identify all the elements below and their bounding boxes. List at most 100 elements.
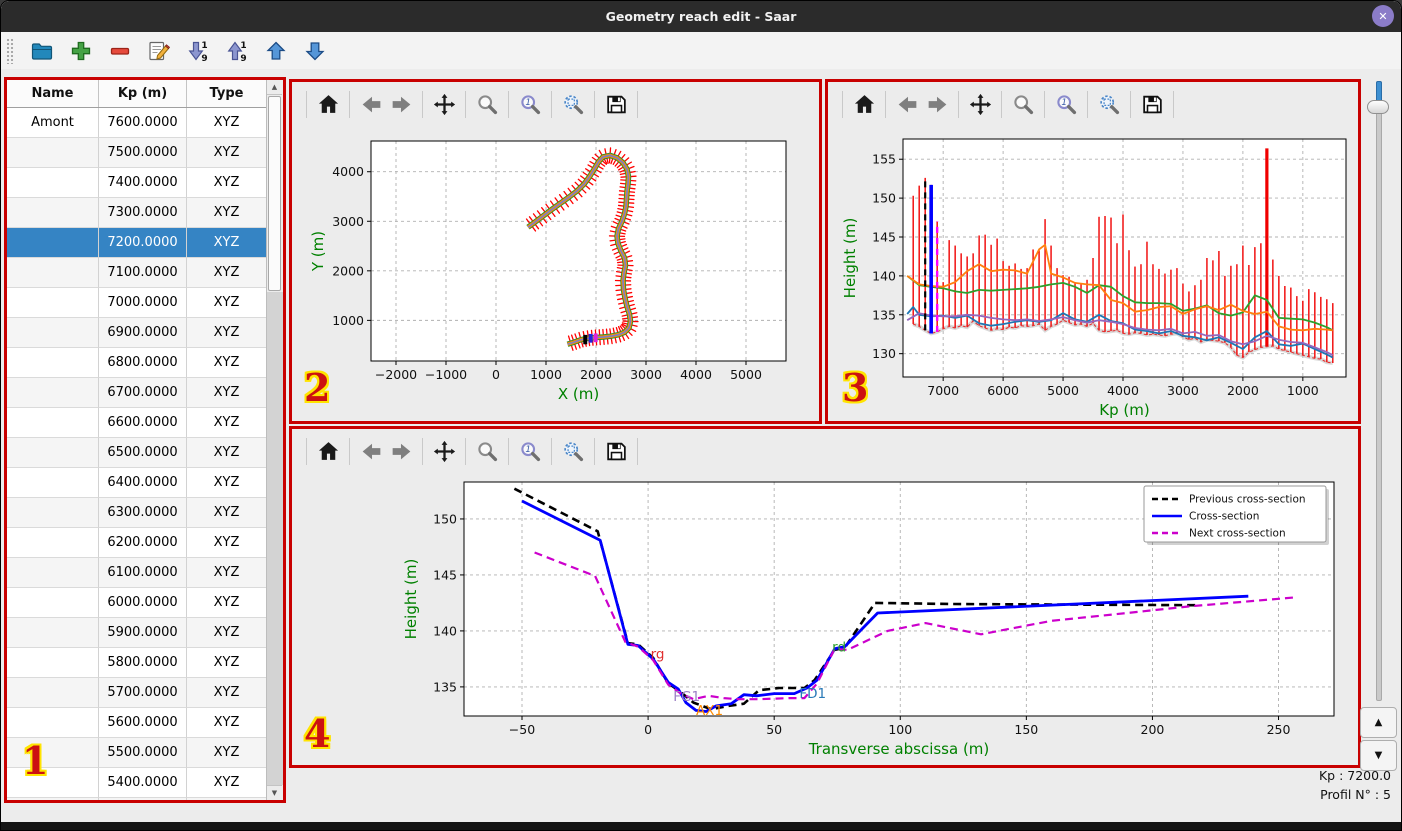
cell-name[interactable] xyxy=(7,288,99,318)
sort-asc-icon[interactable]: 19 xyxy=(224,38,250,64)
cell-name[interactable] xyxy=(7,318,99,348)
table-scrollbar[interactable]: ▲ ▼ xyxy=(266,80,283,800)
toolbar-grip-handle[interactable] xyxy=(6,37,14,64)
cell-name[interactable] xyxy=(7,588,99,618)
cell-name[interactable] xyxy=(7,558,99,588)
cell-kp[interactable]: 6500.0000 xyxy=(99,438,187,468)
table-row[interactable]: 6600.0000 XYZ xyxy=(7,408,267,438)
cell-name[interactable] xyxy=(7,348,99,378)
cell-type[interactable] xyxy=(187,798,267,800)
cell-type[interactable]: XYZ xyxy=(187,288,267,318)
cell-kp[interactable]: 7000.0000 xyxy=(99,288,187,318)
cell-name[interactable]: Amont xyxy=(7,108,99,138)
plan-view-chart[interactable]: −2000 −1000 0 1000 2000 3000 4000 5000 1000 2000 3… xyxy=(292,126,819,421)
cell-name[interactable] xyxy=(7,498,99,528)
table-row[interactable]: 6700.0000 XYZ xyxy=(7,378,267,408)
cell-name[interactable] xyxy=(7,708,99,738)
cell-kp[interactable]: 5400.0000 xyxy=(99,768,187,798)
cell-kp[interactable]: 6600.0000 xyxy=(99,408,187,438)
cell-kp[interactable]: 5500.0000 xyxy=(99,738,187,768)
cell-type[interactable]: XYZ xyxy=(187,708,267,738)
table-row[interactable]: 6000.0000 XYZ xyxy=(7,588,267,618)
cell-name[interactable] xyxy=(7,228,99,258)
table-row[interactable]: 7400.0000 XYZ xyxy=(7,168,267,198)
cell-type[interactable]: XYZ xyxy=(187,108,267,138)
table-row[interactable]: 7100.0000 XYZ xyxy=(7,258,267,288)
home-icon[interactable] xyxy=(849,89,879,119)
cell-kp[interactable]: 7400.0000 xyxy=(99,168,187,198)
forward-icon[interactable] xyxy=(386,436,416,466)
cell-type[interactable]: XYZ xyxy=(187,678,267,708)
longitudinal-profile-chart[interactable]: 7000 6000 5000 4000 3000 2000 1000 130 135 140 145… xyxy=(828,126,1358,421)
move-up-icon[interactable] xyxy=(263,38,289,64)
table-row[interactable]: 7000.0000 XYZ xyxy=(7,288,267,318)
cell-type[interactable]: XYZ xyxy=(187,138,267,168)
cell-type[interactable]: XYZ xyxy=(187,558,267,588)
cross-section-chart[interactable]: rgFG1AX1FD1rdPrevious cross-sectionCross… xyxy=(292,473,1358,765)
cell-name[interactable] xyxy=(7,198,99,228)
cell-kp[interactable]: 5800.0000 xyxy=(99,648,187,678)
table-row[interactable]: 6400.0000 XYZ xyxy=(7,468,267,498)
table-row[interactable] xyxy=(7,798,267,800)
table-row[interactable]: 5700.0000 XYZ xyxy=(7,678,267,708)
save-icon[interactable] xyxy=(601,89,631,119)
cell-name[interactable] xyxy=(7,258,99,288)
cell-kp[interactable]: 6700.0000 xyxy=(99,378,187,408)
save-icon[interactable] xyxy=(1137,89,1167,119)
close-button[interactable]: ✕ xyxy=(1372,5,1394,27)
table-row[interactable]: 6300.0000 XYZ xyxy=(7,498,267,528)
cell-kp[interactable]: 6200.0000 xyxy=(99,528,187,558)
cell-name[interactable] xyxy=(7,648,99,678)
back-icon[interactable] xyxy=(356,436,386,466)
cell-kp[interactable]: 6900.0000 xyxy=(99,318,187,348)
back-icon[interactable] xyxy=(892,89,922,119)
cell-name[interactable] xyxy=(7,138,99,168)
cell-kp[interactable]: 7200.0000 xyxy=(99,228,187,258)
zoom-region-icon[interactable] xyxy=(558,89,588,119)
titlebar[interactable]: Geometry reach edit - Saar ✕ xyxy=(1,1,1401,32)
zoom-region-icon[interactable] xyxy=(558,436,588,466)
cell-name[interactable] xyxy=(7,378,99,408)
cell-type[interactable]: XYZ xyxy=(187,618,267,648)
edit-icon[interactable] xyxy=(146,38,172,64)
cell-kp[interactable]: 6100.0000 xyxy=(99,558,187,588)
pan-icon[interactable] xyxy=(429,89,459,119)
cell-type[interactable]: XYZ xyxy=(187,168,267,198)
cell-type[interactable]: XYZ xyxy=(187,228,267,258)
cell-name[interactable] xyxy=(7,468,99,498)
cell-kp[interactable]: 7100.0000 xyxy=(99,258,187,288)
cell-type[interactable]: XYZ xyxy=(187,378,267,408)
cell-kp[interactable]: 6300.0000 xyxy=(99,498,187,528)
zoom-icon[interactable] xyxy=(1008,89,1038,119)
profile-up-button[interactable]: ▲ xyxy=(1360,707,1397,738)
zoom-in-icon[interactable]: 1 xyxy=(1051,89,1081,119)
table-row[interactable]: 5900.0000 XYZ xyxy=(7,618,267,648)
pan-icon[interactable] xyxy=(429,436,459,466)
cell-kp[interactable] xyxy=(99,798,187,800)
profile-slider-handle[interactable] xyxy=(1367,100,1389,114)
cell-type[interactable]: XYZ xyxy=(187,738,267,768)
table-row[interactable]: 6500.0000 XYZ xyxy=(7,438,267,468)
table-row[interactable]: 7500.0000 XYZ xyxy=(7,138,267,168)
table-row[interactable]: 7300.0000 XYZ xyxy=(7,198,267,228)
add-row-icon[interactable] xyxy=(68,38,94,64)
cell-name[interactable] xyxy=(7,408,99,438)
scroll-down-icon[interactable]: ▼ xyxy=(267,785,282,800)
column-header[interactable]: Type xyxy=(187,80,267,107)
cell-name[interactable] xyxy=(7,738,99,768)
column-header[interactable]: Name xyxy=(7,80,99,107)
cell-type[interactable]: XYZ xyxy=(187,528,267,558)
cell-name[interactable] xyxy=(7,798,99,800)
cell-kp[interactable]: 7300.0000 xyxy=(99,198,187,228)
table-scrollbar-thumb[interactable] xyxy=(268,96,281,291)
cell-kp[interactable]: 6400.0000 xyxy=(99,468,187,498)
cell-type[interactable]: XYZ xyxy=(187,468,267,498)
forward-icon[interactable] xyxy=(386,89,416,119)
cell-name[interactable] xyxy=(7,438,99,468)
back-icon[interactable] xyxy=(356,89,386,119)
cell-type[interactable]: XYZ xyxy=(187,348,267,378)
table-row[interactable]: 5600.0000 XYZ xyxy=(7,708,267,738)
table-row[interactable]: 6800.0000 XYZ xyxy=(7,348,267,378)
cell-name[interactable] xyxy=(7,678,99,708)
cell-type[interactable]: XYZ xyxy=(187,498,267,528)
